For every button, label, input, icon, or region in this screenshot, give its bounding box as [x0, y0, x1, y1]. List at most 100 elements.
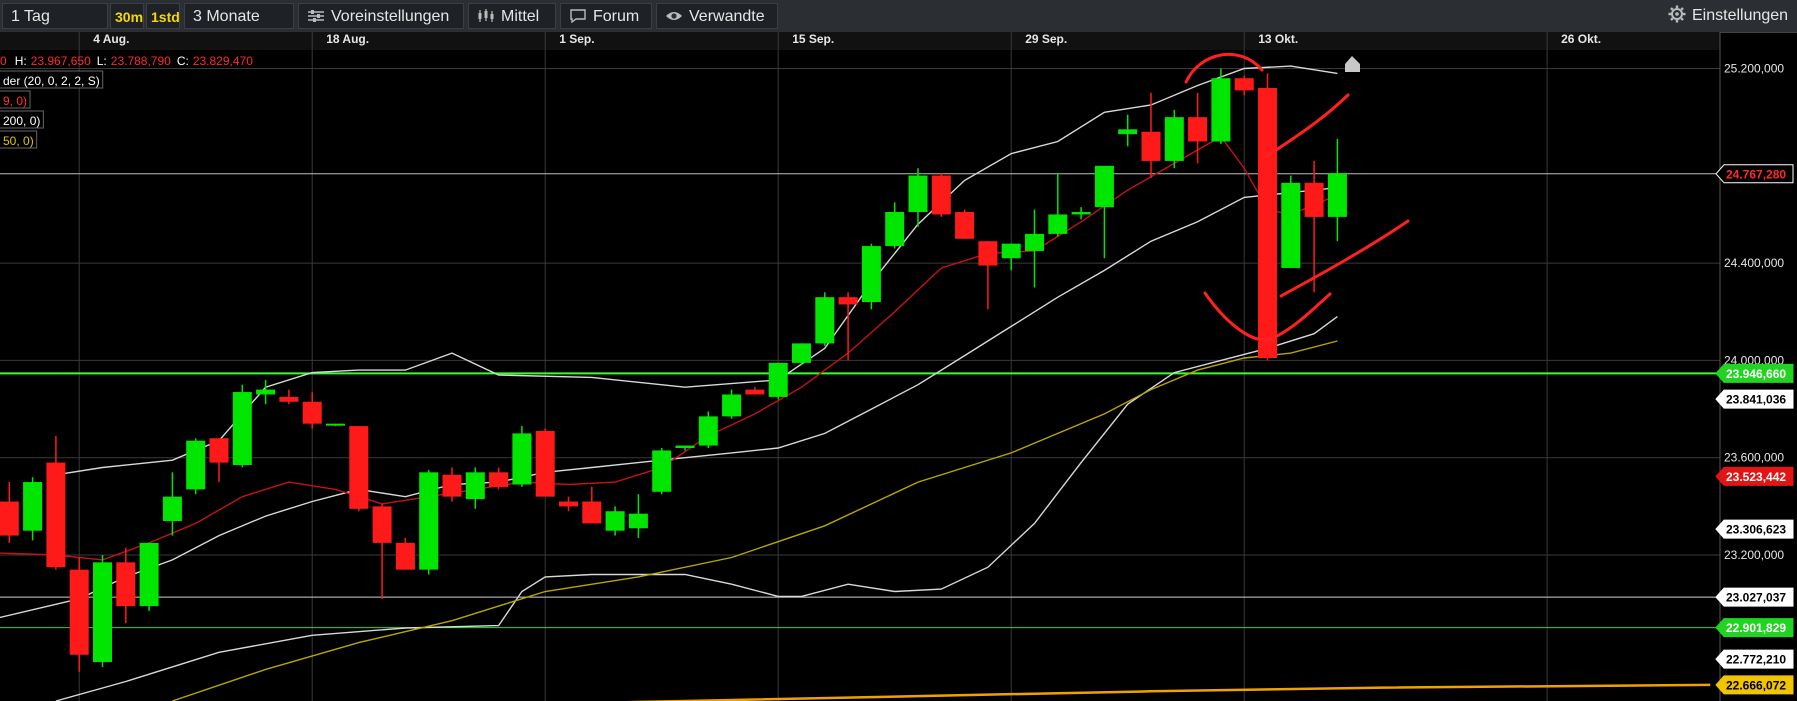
candle: [535, 428, 555, 497]
settings-button[interactable]: Einstellungen: [1660, 3, 1794, 29]
x-axis-band: [0, 32, 1720, 50]
legend-low-label: L:: [97, 54, 107, 68]
x-tick-label: 26 Okt.: [1561, 32, 1601, 46]
candle: [745, 387, 765, 395]
x-tick-label: 13 Okt.: [1258, 32, 1298, 46]
candle-body: [628, 513, 648, 529]
candle-body: [512, 433, 532, 485]
candle-body: [93, 562, 112, 663]
candle-body: [931, 175, 951, 215]
candle-body: [605, 511, 625, 531]
line-sma_red: [0, 135, 1338, 561]
price-tag: 23.306,623: [1715, 519, 1794, 539]
range-select[interactable]: 3 Monate: [184, 3, 294, 29]
presets-label: Voreinstellungen: [331, 8, 450, 25]
svg-text:0H:23.967,650L:23.788,790C:23.: 0 H: 23.967,650 L: 23.788,790 C: 23.829,470: [0, 54, 253, 68]
candle: [1234, 75, 1254, 96]
x-tick-label: 18 Aug.: [326, 32, 369, 46]
candle: [512, 426, 532, 487]
candle-body: [559, 501, 578, 507]
indicator-legend-text: der (20, 0, 2, 2, S): [3, 74, 100, 88]
presets-button[interactable]: Voreinstellungen: [298, 3, 464, 29]
candle-body: [1118, 129, 1138, 135]
candle: [46, 435, 66, 570]
candle-body: [1258, 87, 1277, 358]
candle: [116, 547, 136, 624]
candle-body: [232, 392, 252, 466]
candle-body: [395, 542, 415, 570]
candle-body: [1234, 78, 1254, 91]
candle: [1188, 92, 1208, 164]
candle-body: [838, 297, 858, 305]
candle: [465, 467, 485, 509]
y-tick-label: 23.600,000: [1724, 451, 1784, 465]
candle-body: [139, 542, 159, 607]
price-tag: 22.666,072: [1715, 675, 1794, 695]
candle: [1281, 175, 1301, 268]
candle: [1118, 114, 1138, 147]
price-tag-label: 24.767,280: [1726, 167, 1786, 181]
y-tick-label: 25.200,000: [1724, 61, 1784, 75]
candle: [0, 482, 19, 543]
period-select[interactable]: 1 Tag: [2, 3, 108, 29]
candlestick-chart[interactable]: 4 Aug. 18 Aug. 1 Sep. 15 Sep. 29 Sep. 13 Okt.…: [0, 32, 1797, 701]
candle-body: [349, 426, 369, 509]
legend-close-label: C:: [177, 54, 189, 68]
chart-grid: [0, 32, 1720, 701]
indicator-legend-box[interactable]: 9, 0): [0, 90, 31, 109]
x-tick-label: 29 Sep.: [1025, 32, 1067, 46]
candle-body: [419, 472, 439, 570]
candle: [582, 486, 602, 524]
candle-body: [1025, 233, 1044, 251]
indicator-lines: [0, 65, 1711, 701]
line-sma_yellow: [172, 340, 1338, 701]
candle: [1048, 173, 1068, 237]
indicator-legend-box[interactable]: 50, 0): [0, 130, 38, 149]
candle-body: [1188, 117, 1208, 142]
candle-body: [1164, 117, 1184, 161]
candle: [931, 173, 951, 217]
candle: [698, 411, 718, 448]
interval-1std-button[interactable]: 1std: [146, 3, 180, 29]
candle-body: [1211, 78, 1231, 142]
line-sma_orange: [625, 683, 1711, 701]
candle: [1094, 165, 1114, 259]
forum-label: Forum: [593, 8, 640, 25]
legend-low-value: 23.788,790: [111, 54, 171, 68]
candle: [722, 389, 742, 419]
sliders-icon: [308, 10, 324, 22]
x-tick-label: 1 Sep.: [559, 32, 594, 46]
candle: [349, 426, 369, 512]
candle-body: [489, 472, 509, 487]
x-tick-label: 15 Sep.: [792, 32, 834, 46]
related-label: Verwandte: [689, 8, 765, 25]
indicator-legend-text: 9, 0): [3, 94, 27, 108]
candle: [605, 506, 625, 536]
average-button[interactable]: Mittel: [468, 3, 556, 29]
candle: [23, 477, 43, 541]
candle-body: [279, 396, 299, 402]
candle-body: [792, 343, 811, 363]
candles: [0, 68, 1347, 672]
candle: [1327, 139, 1347, 242]
candle-body: [1304, 182, 1324, 217]
indicator-legend-box[interactable]: 200, 0): [0, 110, 44, 129]
candle: [978, 241, 998, 310]
candle: [162, 472, 182, 536]
candle: [1025, 209, 1044, 288]
eye-icon: [666, 12, 682, 20]
candle: [652, 447, 672, 495]
forum-button[interactable]: Forum: [560, 3, 652, 29]
candle-body: [768, 362, 788, 397]
candle-body: [1071, 212, 1091, 215]
indicator-legend-box[interactable]: der (20, 0, 2, 2, S): [0, 70, 104, 89]
home-marker-icon[interactable]: [1345, 56, 1360, 72]
candlestick-icon: [478, 9, 494, 22]
y-axis: 25.200,00024.400,00024.000,00023.600,000…: [1715, 32, 1794, 701]
price-tag: 24.767,280: [1715, 164, 1794, 184]
candle-body: [978, 241, 998, 266]
candle-body: [535, 430, 555, 497]
x-tick-label: 4 Aug.: [93, 32, 129, 46]
interval-30m-button[interactable]: 30m: [110, 3, 144, 29]
related-button[interactable]: Verwandte: [656, 3, 778, 29]
